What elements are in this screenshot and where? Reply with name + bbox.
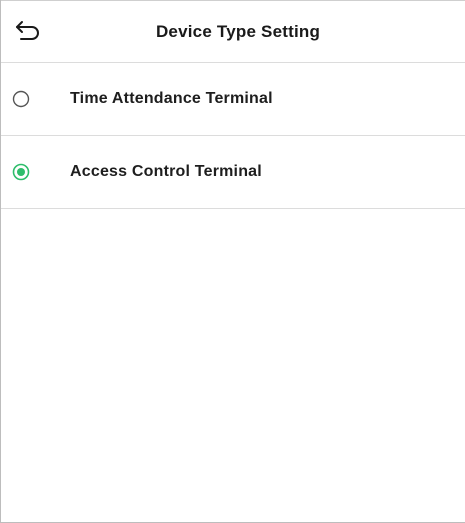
option-time-attendance-terminal[interactable]: Time Attendance Terminal — [1, 63, 465, 136]
option-label: Access Control Terminal — [70, 163, 262, 180]
header-bar: Device Type Setting — [1, 0, 465, 63]
radio-unselected-icon[interactable] — [12, 90, 30, 108]
option-label: Time Attendance Terminal — [70, 90, 273, 107]
back-arrow-icon — [16, 21, 39, 40]
page-title: Device Type Setting — [155, 21, 321, 41]
radio-selected-icon[interactable] — [12, 163, 30, 181]
option-access-control-terminal[interactable]: Access Control Terminal — [1, 136, 465, 209]
back-button[interactable] — [11, 16, 45, 46]
device-type-setting-screen: Device Type Setting Time Attendance Term… — [0, 0, 465, 523]
